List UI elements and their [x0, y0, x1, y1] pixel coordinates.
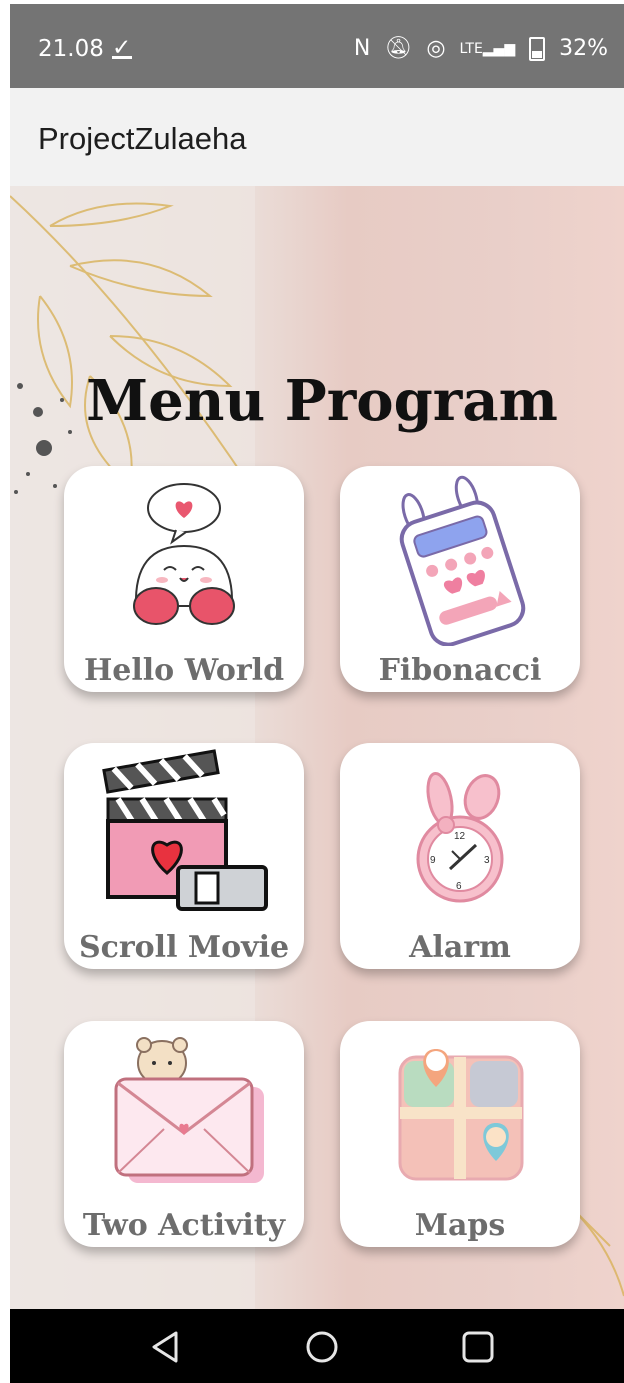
svg-text:3: 3: [484, 855, 490, 866]
download-done-icon: ✓: [112, 34, 132, 60]
menu-title: Menu Program: [86, 368, 558, 434]
scroll-movie-button[interactable]: Scroll Movie: [64, 743, 304, 969]
svg-text:12: 12: [454, 831, 466, 842]
hello-world-button[interactable]: Hello World: [64, 466, 304, 692]
nfc-icon: N: [353, 36, 371, 61]
maps-label: Maps: [414, 1208, 506, 1243]
mute-icon: 🔕︎: [384, 36, 413, 61]
fibonacci-button[interactable]: Fibonacci: [340, 466, 580, 692]
hello-world-label: Hello World: [83, 653, 285, 688]
two-activity-button[interactable]: Two Activity: [64, 1021, 304, 1247]
app-screen: 21.08 ✓ N 🔕︎ ◎ LTE▂▄▆ 32% ProjectZulaeha: [10, 4, 624, 1383]
status-bar: 21.08 ✓ N 🔕︎ ◎ LTE▂▄▆ 32%: [10, 4, 624, 88]
calculator-icon: [399, 475, 526, 646]
recents-icon[interactable]: [458, 1327, 498, 1367]
menu-content: Menu Program Hello World Fibonacci Scrol…: [10, 186, 624, 1309]
clapperboard-icon: [102, 749, 268, 911]
two-activity-label: Two Activity: [82, 1208, 286, 1243]
alarm-clock-icon: 12 3 6 9: [416, 771, 504, 903]
fibonacci-label: Fibonacci: [378, 653, 542, 688]
scroll-movie-label: Scroll Movie: [78, 930, 290, 965]
hotspot-icon: ◎: [426, 36, 446, 61]
app-bar: ProjectZulaeha: [10, 88, 624, 186]
maps-button[interactable]: Maps: [340, 1021, 580, 1247]
battery-level: 32%: [559, 36, 608, 61]
battery-icon: [529, 36, 546, 61]
envelope-icon: [114, 1037, 264, 1183]
map-icon: [398, 1049, 524, 1181]
cute-character-icon: [133, 483, 235, 625]
app-title: ProjectZulaeha: [38, 121, 247, 156]
status-time: 21.08: [38, 36, 104, 62]
home-icon[interactable]: [302, 1327, 342, 1367]
alarm-button[interactable]: 12 3 6 9 Alarm: [340, 743, 580, 969]
lte-signal-icon: LTE▂▄▆: [459, 40, 516, 57]
navigation-bar: [10, 1309, 624, 1383]
back-icon[interactable]: [146, 1327, 186, 1367]
svg-text:6: 6: [456, 881, 462, 892]
svg-text:9: 9: [430, 855, 436, 866]
alarm-label: Alarm: [409, 930, 511, 965]
